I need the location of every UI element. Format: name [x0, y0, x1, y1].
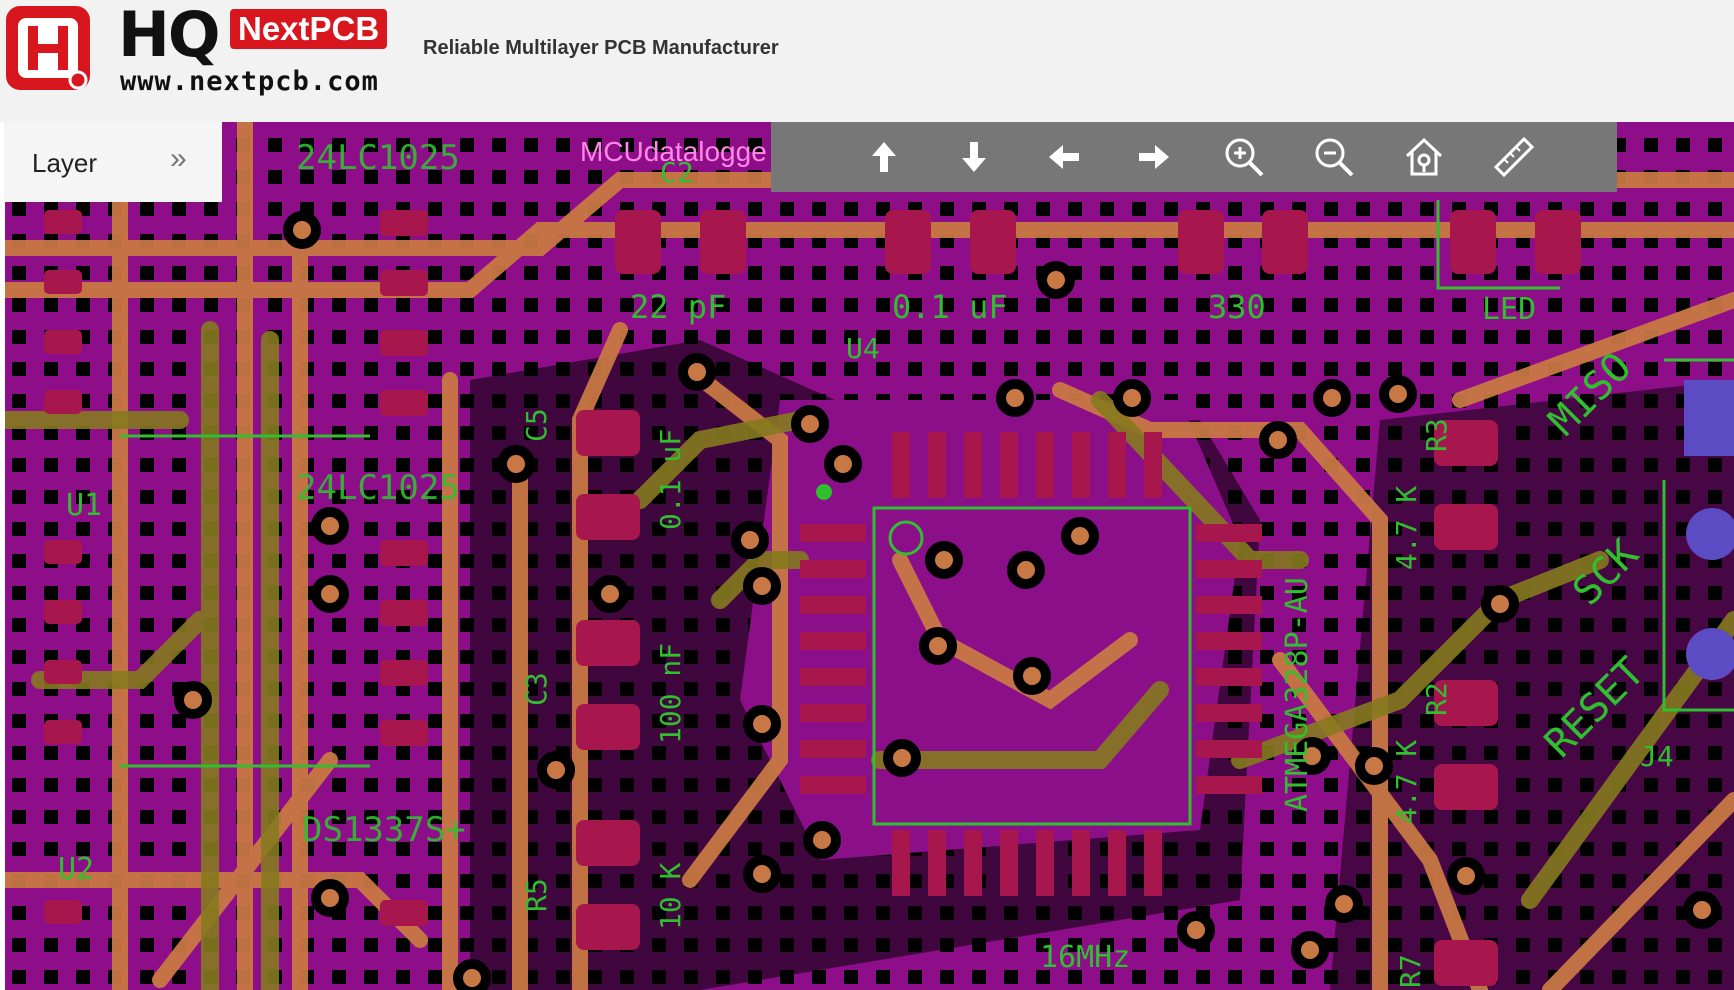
silk-c5-ref: C5 — [520, 408, 553, 442]
arrow-down-icon[interactable] — [949, 132, 999, 182]
home-icon[interactable] — [1399, 132, 1449, 182]
layer-panel-label: Layer — [32, 148, 98, 178]
silk-u1-chip-top: 24LC1025 — [296, 138, 460, 178]
silk-res-value: 330 — [1208, 288, 1266, 326]
brand-hq-text: HQ — [118, 0, 221, 71]
brand-tagline: Reliable Multilayer PCB Manufacturer — [423, 37, 779, 59]
brand-url[interactable]: www.nextpcb.com — [120, 66, 379, 97]
silk-r2-value: 4.7 K — [1390, 739, 1423, 824]
left-edge-strip — [0, 122, 5, 990]
arrow-up-icon[interactable] — [859, 132, 909, 182]
silk-r5-ref: R5 — [520, 878, 553, 912]
layer-panel[interactable]: Layer » — [4, 122, 222, 202]
silk-u4-ref: U4 — [846, 332, 880, 365]
silk-mcu-label: ATMEGA328P-AU — [1280, 577, 1315, 812]
silk-r3-ref: R3 — [1420, 418, 1453, 452]
viewer-toolbar — [771, 122, 1617, 192]
silk-r5-value: 10 K — [654, 862, 687, 930]
ruler-icon[interactable] — [1489, 132, 1539, 182]
expand-chevron-icon[interactable]: » — [170, 142, 187, 176]
silk-led-label: LED — [1482, 292, 1537, 327]
silk-u2-chip: DS1337S+ — [302, 810, 466, 850]
silk-u2-ref: U2 — [58, 852, 95, 887]
zoom-in-icon[interactable] — [1219, 132, 1269, 182]
arrow-left-icon[interactable] — [1039, 132, 1089, 182]
silk-c5-value: 0.1 uF — [654, 428, 687, 530]
zoom-out-icon[interactable] — [1309, 132, 1359, 182]
hq-logo-icon — [6, 6, 90, 90]
silk-r7-ref: R7 — [1394, 954, 1427, 988]
pcb-board-render — [0, 122, 1734, 990]
silk-cap2-value: 0.1 uF — [892, 288, 1008, 326]
silk-u1-ref: U1 — [66, 488, 103, 523]
site-header: HQ NextPCB www.nextpcb.com Reliable Mult… — [0, 0, 1734, 122]
silk-j4-ref: J4 — [1640, 740, 1674, 773]
silk-r3-value: 4.7 K — [1390, 485, 1423, 570]
brand-badge: NextPCB — [230, 9, 388, 49]
silk-u1-chip-mid: 24LC1025 — [296, 468, 460, 508]
board-title: MCUdatalogge — [580, 136, 767, 167]
silk-c3-ref: C3 — [520, 672, 553, 706]
pcb-viewer-canvas[interactable]: 24LC1025 24LC1025 U1 DS1337S+ U2 C2 22 p… — [0, 122, 1734, 990]
silk-c3-value: 100 nF — [654, 642, 687, 744]
silk-crystal-label: 16MHz — [1040, 940, 1131, 975]
silk-r2-ref: R2 — [1420, 682, 1453, 716]
silk-c2-value: 22 pF — [630, 288, 727, 326]
arrow-right-icon[interactable] — [1129, 132, 1179, 182]
